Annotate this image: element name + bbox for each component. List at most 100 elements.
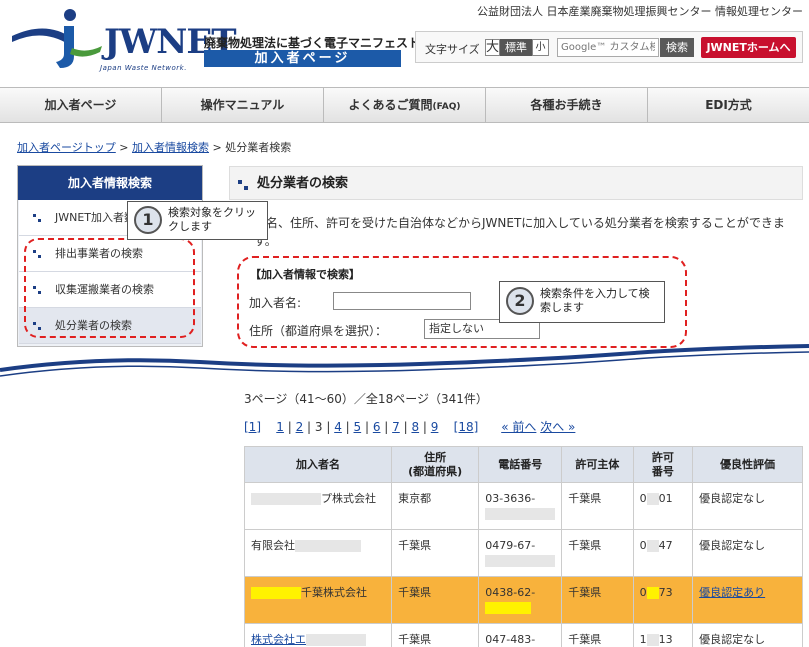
evaluation-link[interactable]: 優良認定あり (699, 586, 765, 599)
cell-license: 0 73 (632, 576, 694, 624)
cell-tel: 0479-67- (478, 529, 563, 577)
pager-page-4[interactable]: 4 (334, 420, 342, 434)
redaction-mask (646, 540, 659, 552)
redaction-mask (251, 587, 301, 599)
pager-page-9[interactable]: 9 (431, 420, 439, 434)
table-header-row: 加入者名 住所 (都道府県) 電話番号 許可主体 許可 番号 優良性評価 (243, 446, 803, 483)
table-row-highlighted[interactable]: 千葉株式会社 千葉県 0438-62- 千葉県 0 73 優良認定あり (243, 576, 803, 624)
font-size-large-button[interactable]: 大 (485, 39, 500, 56)
cell-tel: 0438-62- (478, 576, 563, 624)
breadcrumb-current: 処分業者検索 (225, 141, 292, 154)
pager-page-1[interactable]: 1 (276, 420, 284, 434)
member-name-input[interactable] (333, 292, 471, 310)
redaction-mask (485, 508, 556, 520)
pager-first[interactable]: [1] (244, 420, 261, 434)
pager-current: 3 (314, 420, 323, 434)
table-row[interactable]: プ株式会社 東京都 03-3636- 千葉県 0 01 優良認定なし (243, 482, 803, 530)
cell-prefecture: 千葉県 (391, 576, 480, 624)
sidebar-item-label: JWNET加入者数 (55, 211, 136, 224)
redaction-mask (646, 634, 659, 646)
cell-evaluation: 優良認定あり (692, 576, 803, 624)
pager-page-8[interactable]: 8 (411, 420, 419, 434)
nav-edi[interactable]: EDI方式 (648, 88, 809, 122)
site-search-button[interactable]: 検索 (660, 38, 694, 57)
font-size-small-button[interactable]: 小 (532, 39, 549, 56)
nav-faq-suffix: (FAQ) (432, 102, 461, 112)
nav-faq[interactable]: よくあるご質問(FAQ) (324, 88, 486, 122)
callout-step-1-text: 検索対象をクリックします (168, 206, 256, 233)
cell-name: プ株式会社 (243, 482, 393, 530)
nav-member-page[interactable]: 加入者ページ (0, 88, 162, 122)
breadcrumb-separator: > (209, 141, 226, 154)
pager-page-5[interactable]: 5 (354, 420, 362, 434)
redaction-mask (306, 634, 366, 646)
sidebar-title: 加入者情報検索 (18, 166, 202, 200)
cell-evaluation: 優良認定なし (692, 529, 803, 577)
breadcrumb: 加入者ページトップ > 加入者情報検索 > 処分業者検索 (17, 139, 291, 155)
breadcrumb-top-link[interactable]: 加入者ページトップ (17, 141, 116, 154)
pager-last[interactable]: [18] (454, 420, 479, 434)
cell-license: 0 47 (632, 529, 694, 577)
cell-authority: 千葉県 (561, 529, 634, 577)
cell-license: 1 13 (632, 623, 694, 647)
cell-authority: 千葉県 (561, 482, 634, 530)
cell-authority: 千葉県 (561, 623, 634, 647)
pager-next[interactable]: 次へ » (540, 420, 575, 434)
redaction-mask (295, 540, 361, 552)
address-label: 住所（都道府県を選択）： (249, 324, 388, 338)
redaction-mask (646, 493, 659, 505)
pagination: [1] 1 | 2 | 3 | 4 | 5 | 6 | 7 | 8 | 9 [1… (244, 420, 576, 434)
cell-license: 0 01 (632, 482, 694, 530)
redaction-mask (251, 493, 321, 505)
pager-page-6[interactable]: 6 (373, 420, 381, 434)
nav-faq-label: よくあるご質問 (348, 98, 433, 112)
step-1-number: 1 (134, 206, 162, 234)
search-form-heading: 【加入者情報で検索】 (250, 268, 360, 281)
breadcrumb-info-search-link[interactable]: 加入者情報検索 (132, 141, 209, 154)
jwnet-logo[interactable]: JWNET Japan Waste Network. (12, 8, 237, 72)
redaction-mask (485, 602, 532, 614)
logo-subtitle: Japan Waste Network. (100, 64, 187, 72)
callout-step-2: 2 検索条件を入力して検索します (499, 281, 665, 323)
logo-emblem-icon (12, 9, 102, 68)
col-header-evaluation: 優良性評価 (692, 446, 803, 483)
redaction-mask (646, 587, 659, 599)
wave-separator (0, 344, 809, 377)
page-title-text: 処分業者の検索 (257, 176, 349, 191)
pager-prev[interactable]: « 前へ (501, 420, 536, 434)
jwnet-home-button[interactable]: JWNETホームへ (701, 37, 796, 58)
cell-prefecture: 千葉県 (391, 623, 480, 647)
col-header-authority: 許可主体 (561, 446, 634, 483)
sidebar-highlight-frame (24, 238, 195, 338)
col-header-prefecture: 住所 (都道府県) (391, 446, 480, 483)
cell-tel: 03-3636- (478, 482, 563, 530)
table-row[interactable]: 株式会社エ 千葉県 047-483- 千葉県 1 13 優良認定なし (243, 623, 803, 647)
global-nav: 加入者ページ 操作マニュアル よくあるご質問(FAQ) 各種お手続き EDI方式 (0, 87, 809, 123)
col-header-tel: 電話番号 (478, 446, 563, 483)
font-size-label: 文字サイズ (425, 43, 480, 56)
member-name-label: 加入者名: (249, 296, 302, 310)
utility-bar: 文字サイズ 大 標準 小 検索 JWNETホームへ (415, 31, 803, 63)
table-row[interactable]: 有限会社 千葉県 0479-67- 千葉県 0 47 優良認定なし (243, 529, 803, 577)
cell-name: 千葉株式会社 (243, 576, 393, 624)
cell-name: 有限会社 (243, 529, 393, 577)
pager-page-7[interactable]: 7 (392, 420, 400, 434)
result-page-count: 3ページ（41～60）／全18ページ（341件） (244, 392, 488, 406)
org-name: 公益財団法人 日本産業廃棄物処理振興センター 情報処理センター (477, 5, 803, 18)
cell-authority: 千葉県 (561, 576, 634, 624)
font-size-standard-button[interactable]: 標準 (500, 39, 532, 56)
nav-procedures[interactable]: 各種お手続き (486, 88, 648, 122)
col-header-license: 許可 番号 (632, 446, 694, 483)
member-link[interactable]: 株式会社エ (251, 633, 306, 646)
square-bullet-icon (33, 214, 41, 222)
col-header-name: 加入者名 (243, 446, 393, 483)
page-title: 処分業者の検索 (229, 166, 803, 200)
site-search-input[interactable] (557, 38, 659, 57)
cell-tel: 047-483- (478, 623, 563, 647)
results-table: 加入者名 住所 (都道府県) 電話番号 許可主体 許可 番号 優良性評価 プ株式… (243, 446, 803, 647)
callout-step-2-text: 検索条件を入力して検索します (540, 287, 650, 314)
nav-manual[interactable]: 操作マニュアル (162, 88, 324, 122)
breadcrumb-separator: > (115, 141, 132, 154)
site-tagline: 廃棄物処理法に基づく電子マニフェスト (204, 36, 421, 50)
pager-page-2[interactable]: 2 (296, 420, 304, 434)
